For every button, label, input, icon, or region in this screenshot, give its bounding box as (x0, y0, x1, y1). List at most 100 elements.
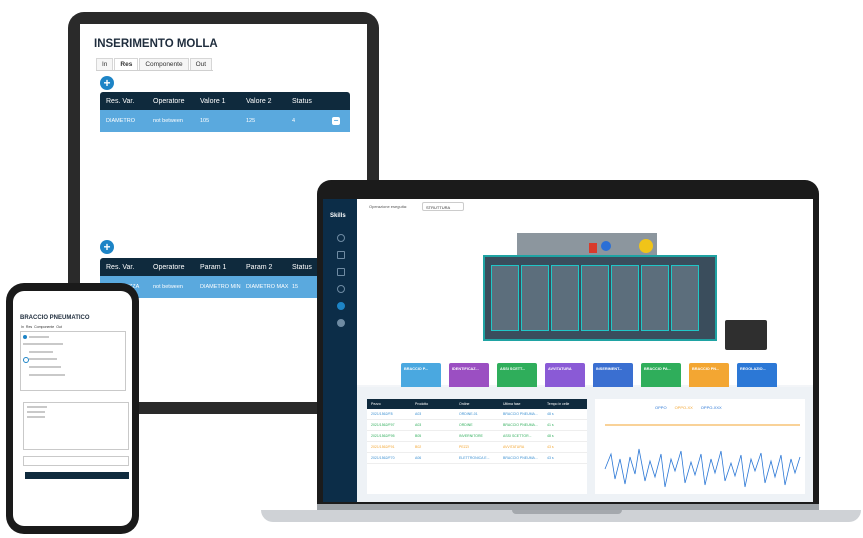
param-table: Res. Var. Operatore Param 1 Param 2 Stat… (100, 258, 350, 298)
col-header: Ordine (459, 402, 470, 406)
select-field[interactable] (23, 456, 129, 466)
cell: ELETTRONICA E... (459, 456, 490, 460)
col-header: Param 2 (246, 263, 273, 271)
cell: 4 (292, 118, 296, 124)
machine-3d-model[interactable] (483, 255, 717, 341)
table-header: Res. Var. Operatore Valore 1 Valore 2 St… (100, 92, 350, 110)
cell: 2021/1562/F95 (371, 434, 395, 438)
timeseries-chart: OPPO OPPO-XX OPPO-XXX (595, 399, 805, 494)
tab-res[interactable]: Res (114, 58, 139, 70)
filter-chip[interactable]: STRUTTURA X/SEMA × (422, 202, 464, 219)
cell: 43 s (547, 456, 554, 460)
tab-bar: In Res Componente Out (96, 58, 214, 71)
col-header: Res. Var. (106, 263, 135, 271)
table-row[interactable]: 2021/1562/F95 B05 INVERNITORE ASSI SCETTOR.… (367, 431, 587, 442)
cell: 2021/1562/F8 (371, 412, 393, 416)
col-header: Res. Var. (106, 97, 135, 105)
table-header (25, 472, 129, 479)
table-row[interactable]: 2021/1562/F8 A03 ORDINE-01 BRACCIO PNEUMA..… (367, 409, 587, 420)
list-item[interactable] (27, 411, 45, 413)
station-name: ASSI SCETT... (500, 367, 526, 371)
col-header: Ultima fase (503, 402, 521, 406)
settings-icon[interactable] (337, 319, 345, 327)
phone-screen: BRACCIO PNEUMATICO In Res Componente Out (13, 291, 132, 526)
table-header: Res. Var. Operatore Param 1 Param 2 Stat… (100, 258, 350, 276)
grid-icon[interactable] (337, 251, 345, 259)
option-text (29, 336, 49, 338)
option-text (29, 366, 61, 368)
option-text (29, 358, 57, 360)
cell: 2021/1562/F70 (371, 456, 395, 460)
machine-part-yellow (639, 239, 653, 253)
station-name: BRACCIO P... (404, 367, 428, 371)
cell: 41 s (547, 423, 554, 427)
table-row[interactable]: 2021/1562/F97 A03 ORDINE BRACCIO PNEUMA... 4… (367, 420, 587, 431)
radio-option[interactable] (23, 335, 27, 339)
cell: B05 (415, 434, 422, 438)
sidebar: Skills (323, 199, 357, 502)
machine-part-blue (601, 241, 611, 251)
tab-out[interactable]: Out (189, 58, 213, 70)
col-header: Operatore (153, 97, 185, 105)
add-row-button[interactable]: + (100, 240, 114, 254)
cell: A03 (415, 423, 422, 427)
option-text (29, 374, 65, 376)
add-row-button[interactable]: + (100, 76, 114, 90)
cell: PEZZI (459, 445, 469, 449)
cell: 2021/1562/F91 (371, 445, 395, 449)
tab-res[interactable]: Res (26, 325, 32, 329)
col-header: Valore 1 (200, 97, 226, 105)
cell: not between (153, 284, 183, 290)
clock-icon[interactable] (337, 285, 345, 293)
table-row[interactable]: 2021/1562/F70 A06 ELETTRONICA E... BRACCIO … (367, 453, 587, 464)
table-header: Pezzo Prodotto Ordine Ultima fase Tempo … (367, 399, 587, 409)
laptop-screen: Skills Operazione eseguita: STRUTTURA X/… (323, 199, 813, 502)
laptop-notch (512, 510, 622, 514)
list-item[interactable] (27, 406, 47, 408)
option-text (29, 351, 53, 353)
dashboard-icon[interactable] (337, 302, 345, 310)
station-name: AVVITATURA (548, 367, 572, 371)
tab-componente[interactable]: Componente (34, 325, 54, 329)
cell: 105 (200, 118, 210, 124)
series-line (604, 448, 801, 488)
list-item[interactable] (27, 416, 45, 418)
list-icon[interactable] (337, 268, 345, 276)
tab-componente[interactable]: Componente (139, 58, 189, 70)
station-name: IDENTIFICAZ... (452, 367, 479, 371)
bottom-panel: Pezzo Prodotto Ordine Ultima fase Tempo … (357, 387, 813, 502)
cell: B02 (415, 445, 422, 449)
cell: BRACCIO PNEUMA... (503, 412, 538, 416)
laptop-device: Skills Operazione eseguita: STRUTTURA X/… (317, 180, 819, 510)
col-header: Tempo in celle (547, 402, 570, 406)
cell: not between (153, 118, 183, 124)
machine-cell (551, 265, 579, 331)
cell: INVERNITORE (459, 434, 483, 438)
cell: ASSI SCETTOR... (503, 434, 532, 438)
page-title: BRACCIO PNEUMATICO (20, 315, 90, 321)
col-header: Status (292, 97, 312, 105)
cell: A06 (415, 456, 422, 460)
tab-in[interactable]: In (96, 58, 114, 70)
cell: ORDINE (459, 423, 473, 427)
list-panel (23, 402, 129, 450)
tab-out[interactable]: Out (56, 325, 62, 329)
station-name: REGOLAZIO... (740, 367, 766, 371)
cell: BRACCIO PNEUMA... (503, 456, 538, 460)
table-row[interactable]: 2021/1562/F91 B02 PEZZI AVVITATURA 43 s (367, 442, 587, 453)
cell: 2021/1562/F97 (371, 423, 395, 427)
app-logo: Skills (330, 213, 346, 219)
filter-label: Operazione eseguita: (369, 204, 408, 209)
cell: 43 s (547, 445, 554, 449)
remove-row-button[interactable]: − (332, 117, 340, 125)
station-name: BRACCIO PN... (692, 367, 720, 371)
machine-part-red (589, 243, 597, 253)
machine-cell (671, 265, 699, 331)
station-tooltip (725, 320, 767, 350)
table-row[interactable]: DIAMETRO not between 105 125 4 − (100, 110, 350, 132)
tab-in[interactable]: In (21, 325, 24, 329)
col-header: Param 1 (200, 263, 227, 271)
home-icon[interactable] (337, 234, 345, 242)
cell: BRACCIO PNEUMA... (503, 423, 538, 427)
cell: 125 (246, 118, 256, 124)
